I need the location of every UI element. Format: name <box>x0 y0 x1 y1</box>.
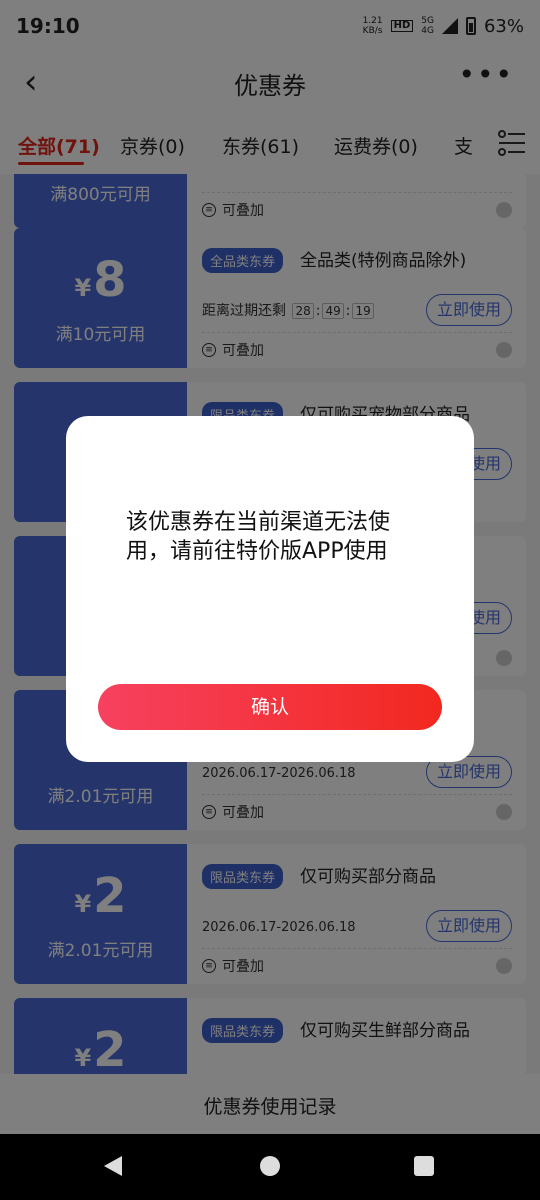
nav-home-icon[interactable] <box>260 1156 280 1176</box>
nav-back-icon[interactable] <box>104 1156 122 1176</box>
alert-dialog: 该优惠券在当前渠道无法使用，请前往特价版APP使用 确认 <box>66 416 474 762</box>
nav-recent-icon[interactable] <box>414 1156 434 1176</box>
dialog-message: 该优惠券在当前渠道无法使用，请前往特价版APP使用 <box>126 510 391 564</box>
confirm-button[interactable]: 确认 <box>98 684 442 730</box>
system-nav-bar <box>0 1134 540 1200</box>
